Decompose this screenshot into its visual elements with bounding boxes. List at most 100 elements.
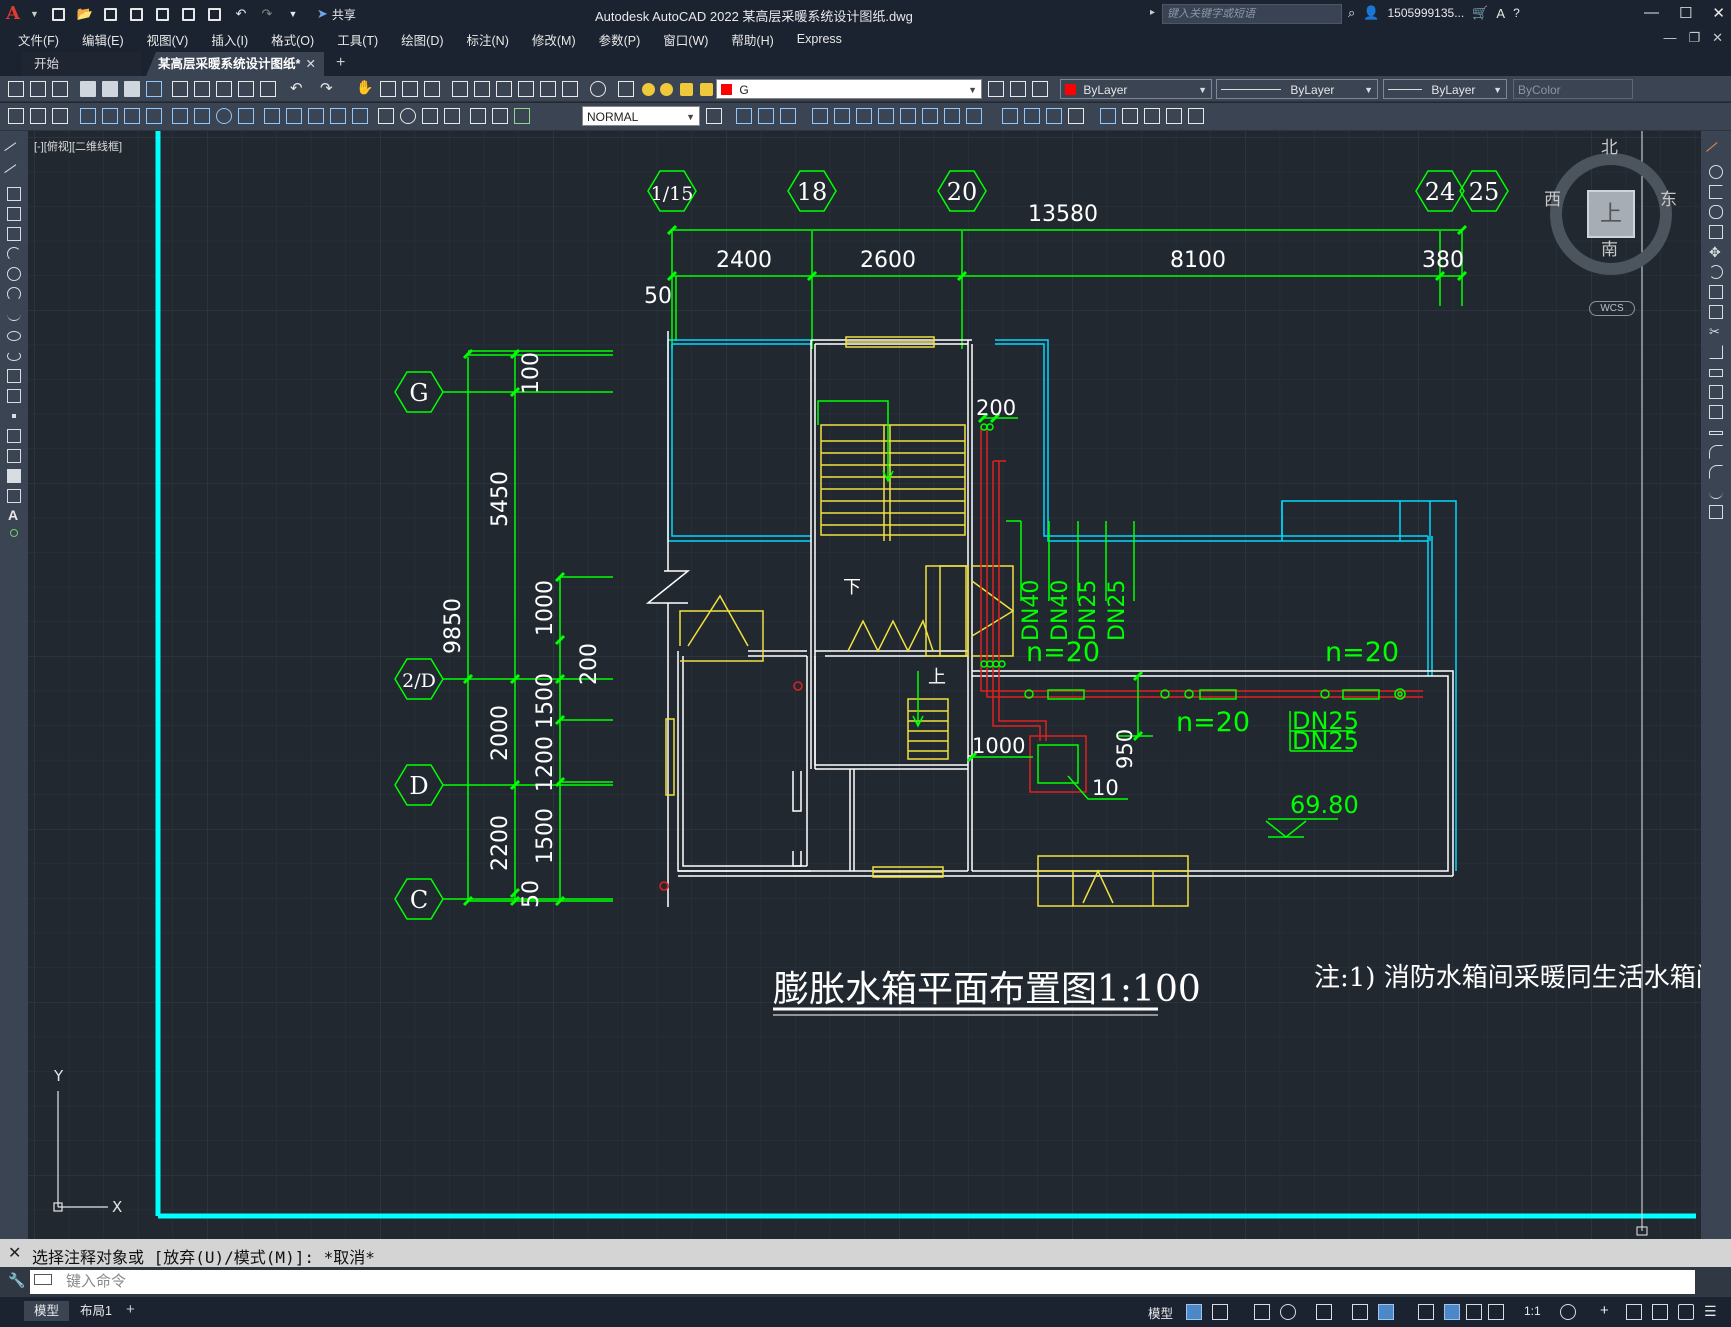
close-icon[interactable]: ✕ [1712, 4, 1725, 22]
viewcube-west[interactable]: 西 [1544, 185, 1561, 210]
menu-format[interactable]: 格式(O) [271, 30, 314, 49]
array-icon[interactable] [1709, 225, 1723, 239]
workspace-gear-icon[interactable] [1560, 1304, 1576, 1320]
arc-icon[interactable] [7, 247, 21, 261]
menu-insert[interactable]: 插入(I) [211, 30, 248, 49]
sheet-set-icon[interactable] [518, 81, 534, 97]
fillet-icon[interactable] [1709, 445, 1723, 459]
revision-cloud-icon[interactable] [7, 287, 21, 301]
ungroup-icon[interactable] [1122, 108, 1138, 124]
save-web-icon[interactable] [179, 4, 199, 24]
hardware-accel-icon[interactable] [1652, 1304, 1668, 1320]
save-icon[interactable] [52, 81, 68, 97]
isodraft-icon[interactable] [1352, 1304, 1368, 1320]
draw-order-icon[interactable] [8, 108, 24, 124]
menu-window[interactable]: 窗口(W) [663, 30, 708, 49]
open-web-icon[interactable] [153, 4, 173, 24]
quick-dim-icon[interactable] [264, 108, 280, 124]
tab-close-icon[interactable]: ✕ [306, 52, 316, 76]
line-icon[interactable] [4, 142, 24, 162]
user-icon[interactable]: 👤 [1363, 5, 1379, 21]
chamfer-icon[interactable] [1709, 431, 1723, 435]
layer-previous-icon[interactable] [1010, 81, 1026, 97]
zoom-previous-icon[interactable] [424, 81, 440, 97]
properties-icon[interactable] [452, 81, 468, 97]
viewcube-east[interactable]: 东 [1660, 185, 1677, 210]
offset-icon[interactable] [1709, 205, 1723, 219]
grid-display-icon[interactable] [1186, 1304, 1202, 1320]
tolerance-icon[interactable] [378, 108, 394, 124]
redo-icon[interactable]: ↷ [320, 79, 336, 97]
make-block-icon[interactable] [7, 389, 21, 403]
move-icon[interactable]: ✥ [1709, 245, 1723, 259]
trim-obj-icon[interactable] [900, 108, 916, 124]
scale-obj-icon[interactable] [856, 108, 872, 124]
menu-express[interactable]: Express [797, 32, 842, 46]
help-icon[interactable] [590, 81, 606, 97]
dim-update-icon[interactable] [514, 108, 530, 124]
cut-icon[interactable] [172, 81, 188, 97]
radius-dim-icon[interactable] [172, 108, 188, 124]
plot-icon[interactable] [205, 4, 225, 24]
dim-break-icon[interactable] [352, 108, 368, 124]
ordinate-dim-icon[interactable] [146, 108, 162, 124]
hide-objects-icon[interactable] [1166, 108, 1182, 124]
doc-restore-icon[interactable]: ❐ [1688, 30, 1700, 46]
mirror-obj-icon[interactable] [758, 108, 774, 124]
drawing-canvas[interactable]: 1/15 18 20 24 25 13580 2400 2600 8100 38… [28, 131, 1701, 1239]
viewcube-south[interactable]: 南 [1601, 235, 1618, 260]
menu-help[interactable]: 帮助(H) [731, 30, 773, 49]
mirror-icon[interactable] [1709, 185, 1723, 199]
minimize-icon[interactable]: — [1644, 4, 1659, 22]
redo-icon[interactable]: ↷ [257, 4, 277, 24]
new-icon[interactable] [8, 81, 24, 97]
linear-dim-icon[interactable] [80, 108, 96, 124]
insert-block-icon[interactable] [7, 369, 21, 383]
copy-icon[interactable] [1709, 165, 1723, 179]
jogged-dim-icon[interactable] [194, 108, 210, 124]
command-input[interactable]: 键入命令 [30, 1270, 1695, 1294]
offset-obj-icon[interactable] [780, 108, 796, 124]
hatch-icon[interactable] [7, 429, 21, 443]
inspection-icon[interactable] [422, 108, 438, 124]
app-logo-icon[interactable]: A [6, 3, 28, 25]
erase-icon[interactable] [1706, 142, 1726, 162]
customize-wrench-icon[interactable]: 🔧 [8, 1272, 25, 1289]
cart-icon[interactable]: 🛒 [1472, 5, 1488, 21]
edit-spline-icon[interactable] [1709, 485, 1723, 499]
rotate-obj-icon[interactable] [834, 108, 850, 124]
wcs-menu[interactable]: WCS [1589, 301, 1635, 316]
polyline-icon[interactable] [7, 187, 21, 201]
zoom-window-icon[interactable] [402, 81, 418, 97]
workspace-chevron-icon[interactable]: ▼ [283, 4, 303, 24]
undo-icon[interactable]: ↶ [290, 79, 306, 97]
menu-draw[interactable]: 绘图(D) [401, 30, 443, 49]
break-at-point-icon[interactable] [1709, 369, 1723, 377]
angular-dim-icon[interactable] [238, 108, 254, 124]
markup-icon[interactable] [540, 81, 556, 97]
dim-edit-icon[interactable] [470, 108, 486, 124]
menu-file[interactable]: 文件(F) [18, 30, 59, 49]
menu-parametric[interactable]: 参数(P) [599, 30, 641, 49]
viewcube-north[interactable]: 北 [1601, 133, 1618, 158]
multiline-text-icon[interactable]: A [8, 507, 18, 523]
new-file-icon[interactable] [49, 4, 69, 24]
help-icon[interactable]: ? [1513, 6, 1520, 20]
join-icon[interactable] [1709, 405, 1723, 419]
text-style-icon[interactable] [52, 108, 68, 124]
plot-icon[interactable] [80, 81, 96, 97]
menu-tools[interactable]: 工具(T) [337, 30, 378, 49]
new-tab-button[interactable]: + [336, 54, 345, 72]
tab-start[interactable]: 开始 [22, 52, 142, 76]
viewcube-top-face[interactable]: 上 [1587, 190, 1635, 238]
match-properties-icon[interactable] [238, 81, 254, 97]
move-obj-icon[interactable] [812, 108, 828, 124]
ellipse-arc-icon[interactable] [7, 351, 21, 361]
explode-icon[interactable] [1709, 505, 1723, 519]
rotate-icon[interactable] [1709, 265, 1723, 279]
plotstyle-dropdown[interactable]: ByColor ▼ [1513, 79, 1633, 99]
polar-tracking-icon[interactable] [1280, 1304, 1296, 1320]
tool-palettes-icon[interactable] [496, 81, 512, 97]
color-dropdown[interactable]: ByLayer ▼ [1060, 79, 1212, 99]
layer-viewport-icon[interactable] [680, 83, 693, 96]
